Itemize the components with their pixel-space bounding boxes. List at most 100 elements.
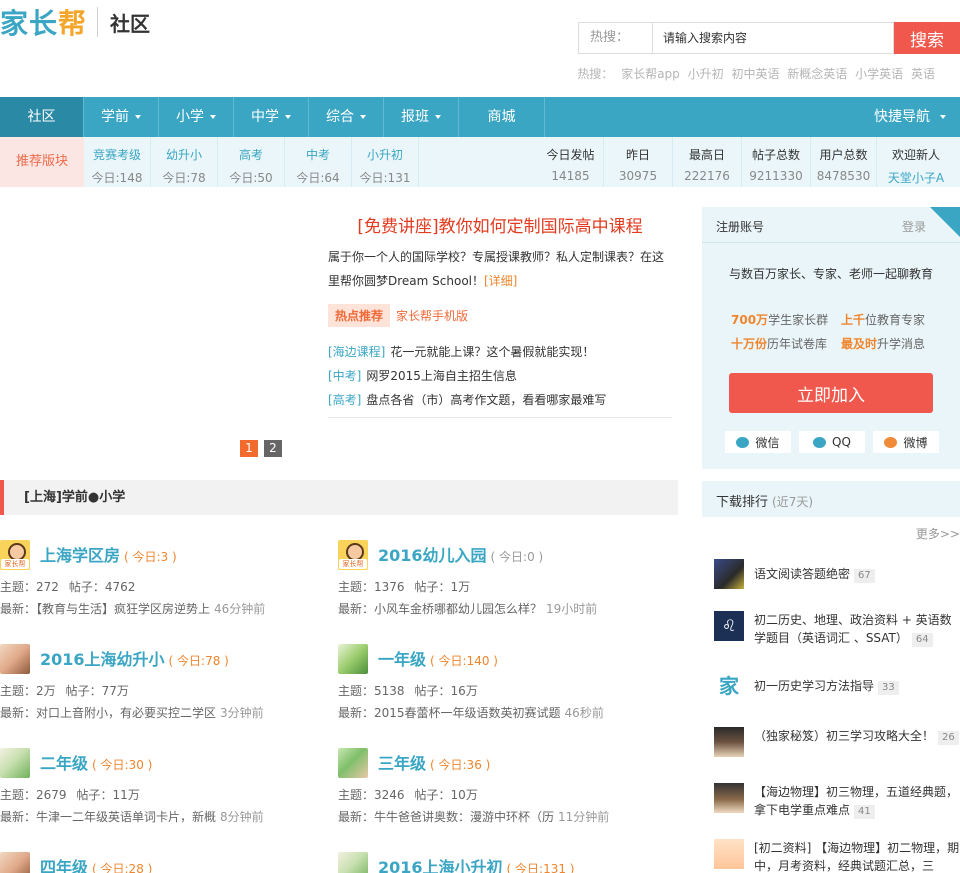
hot-words: 热搜： 家长帮app 小升初 初中英语 新概念英语 小学英语 英语 bbox=[573, 65, 935, 82]
logo-subtitle: 社区 bbox=[110, 11, 151, 36]
download-ranking: 下载排行 (近7天) 更多>> 语文阅读答题绝密 67 ♌ 初二历史、地理、政治资料… bbox=[702, 481, 960, 873]
chevron-down-icon bbox=[360, 115, 366, 119]
download-count: 41 bbox=[854, 805, 875, 819]
search-button[interactable]: 搜索 bbox=[894, 22, 960, 54]
hot-word-link[interactable]: 新概念英语 bbox=[787, 67, 847, 81]
recommend-board[interactable]: 高考 今日:50 bbox=[218, 137, 285, 187]
download-thumbnail bbox=[714, 559, 744, 589]
news-item[interactable]: [中考] 网罗2015上海自主招生信息 bbox=[328, 364, 672, 388]
feature-description: 属于你一个人的国际学校？专属授课教师？私人定制课表？在这里帮你圆梦Dream S… bbox=[328, 250, 665, 288]
board-name[interactable]: 一年级 bbox=[378, 650, 426, 669]
nav-item-preschool[interactable]: 学前 bbox=[84, 97, 159, 137]
download-item[interactable]: [初二资料] 【海边物理】初二物理，期中，月考资料，经典试题汇总，三 bbox=[714, 839, 960, 873]
feature-stat: 十万份历年试卷库 bbox=[731, 337, 828, 351]
site-header: 家长帮 社区 热搜： 搜索 热搜： 家长帮app 小升初 初中英语 新概念英语 … bbox=[0, 0, 960, 97]
forum-board[interactable]: 2016上海小升初( 今日:131 ) bbox=[338, 852, 668, 873]
download-more-link[interactable]: 更多>> bbox=[916, 525, 960, 542]
board-name[interactable]: 2016上海小升初 bbox=[378, 858, 503, 873]
board-latest[interactable]: 最新：2015春蕾杯一年级语数英初赛试题 46秒前 bbox=[338, 704, 668, 721]
hot-word-link[interactable]: 家长帮app bbox=[621, 67, 680, 81]
recommend-board[interactable]: 幼升小 今日:78 bbox=[151, 137, 218, 187]
forum-board[interactable]: 四年级 ( 今日:28 ) bbox=[0, 852, 330, 873]
pager-page-1[interactable]: 1 bbox=[240, 440, 258, 457]
stat-newest-user[interactable]: 欢迎新人 天堂小子A bbox=[877, 137, 955, 187]
download-thumbnail: ♌ bbox=[714, 611, 744, 641]
board-name[interactable]: 四年级 bbox=[40, 858, 88, 873]
board-name[interactable]: 二年级 bbox=[40, 754, 88, 773]
recommend-board[interactable]: 竞赛考级 今日:148 bbox=[84, 137, 151, 187]
news-item[interactable]: [海边课程] 花一元就能上课？这个暑假就能实现！ bbox=[328, 340, 672, 364]
board-name[interactable]: 2016上海幼升小 bbox=[40, 650, 165, 669]
search-label: 热搜： bbox=[578, 22, 652, 54]
join-button[interactable]: 立即加入 bbox=[729, 373, 933, 413]
download-item[interactable]: 家 初一历史学习方法指导 33 bbox=[714, 671, 960, 701]
hot-word-link[interactable]: 小学英语 bbox=[855, 67, 903, 81]
chevron-down-icon bbox=[210, 115, 216, 119]
download-item[interactable]: （独家秘笈）初三学习攻略大全！ 26 bbox=[714, 727, 960, 763]
board-today-count: ( 今日:28 ) bbox=[92, 862, 153, 873]
download-count: 67 bbox=[854, 569, 875, 583]
recommend-board[interactable]: 小升初 今日:131 bbox=[352, 137, 419, 187]
download-item[interactable]: 【海边物理】初三物理，五道经典题，拿下电学重点难点 41 bbox=[714, 783, 960, 819]
wechat-icon bbox=[736, 436, 750, 448]
download-item[interactable]: ♌ 初二历史、地理、政治资料 + 英语数学题目（英语词汇 、SSAT） 64 bbox=[714, 611, 960, 647]
mobile-app-link[interactable]: 家长帮手机版 bbox=[396, 307, 468, 324]
main-nav: 社区 学前 小学 中学 综合 报班 商城 快捷导航 bbox=[0, 97, 960, 137]
weibo-login-button[interactable]: 微博 bbox=[873, 431, 939, 453]
nav-item-community[interactable]: 社区 bbox=[0, 97, 84, 137]
board-name[interactable]: 2016幼儿入园 bbox=[378, 546, 487, 565]
download-count: 33 bbox=[878, 681, 899, 695]
site-logo[interactable]: 家长帮 社区 bbox=[0, 2, 150, 42]
pager-page-2[interactable]: 2 bbox=[264, 440, 282, 457]
corner-ribbon bbox=[930, 207, 960, 237]
download-thumbnail: 家 bbox=[714, 671, 744, 701]
board-latest[interactable]: 最新：对口上音附小，有必要买控二学区 3分钟前 bbox=[0, 704, 330, 721]
nav-item-mall[interactable]: 商城 bbox=[459, 97, 545, 137]
search-input[interactable] bbox=[652, 22, 894, 54]
board-today-count: ( 今日:30 ) bbox=[92, 758, 153, 772]
hot-word-link[interactable]: 英语 bbox=[911, 67, 935, 81]
qq-icon bbox=[813, 436, 827, 448]
board-latest[interactable]: 最新：牛牛爸爸讲奥数：漫游中环杯（历 11分钟前 bbox=[338, 808, 668, 825]
login-link[interactable]: 登录 bbox=[902, 218, 926, 235]
nav-item-primary[interactable]: 小学 bbox=[159, 97, 234, 137]
hot-word-link[interactable]: 初中英语 bbox=[731, 67, 779, 81]
slide-pager: 1 2 bbox=[240, 440, 288, 457]
news-list: [海边课程] 花一元就能上课？这个暑假就能实现！ [中考] 网罗2015上海自主招生… bbox=[328, 340, 672, 418]
board-today-count: ( 今日:140 ) bbox=[430, 654, 498, 668]
board-avatar bbox=[338, 644, 368, 674]
download-thumbnail bbox=[714, 727, 744, 757]
stat-total-posts: 帖子总数 9211330 bbox=[742, 137, 811, 187]
stat-total-users: 用户总数 8478530 bbox=[811, 137, 877, 187]
board-latest[interactable]: 最新：牛津一二年级英语单词卡片，新概 8分钟前 bbox=[0, 808, 330, 825]
feature-title[interactable]: [免费讲座]教你如何定制国际高中课程 bbox=[328, 212, 672, 237]
quick-nav[interactable]: 快捷导航 bbox=[874, 97, 946, 137]
chevron-down-icon bbox=[285, 115, 291, 119]
nav-item-general[interactable]: 综合 bbox=[309, 97, 384, 137]
wechat-login-button[interactable]: 微信 bbox=[725, 431, 791, 453]
search-bar: 热搜： 搜索 bbox=[578, 22, 960, 54]
nav-item-classes[interactable]: 报班 bbox=[384, 97, 459, 137]
feature-more-link[interactable]: [详细] bbox=[484, 274, 517, 288]
chevron-down-icon bbox=[435, 115, 441, 119]
feature-stat: 700万学生家长群 bbox=[731, 313, 829, 327]
download-thumbnail bbox=[714, 783, 744, 813]
recommend-bar: 推荐版块 竞赛考级 今日:148 幼升小 今日:78 高考 今日:50 中考 今日:64… bbox=[0, 137, 960, 187]
board-latest[interactable]: 最新：小风车金桥哪都幼儿园怎么样？ 19小时前 bbox=[338, 600, 668, 617]
news-item[interactable]: [高考] 盘点各省（市）高考作文题，看看哪家最难写 bbox=[328, 388, 672, 412]
board-today-count: ( 今日:3 ) bbox=[124, 550, 177, 564]
hot-word-link[interactable]: 小升初 bbox=[688, 67, 724, 81]
board-avatar bbox=[338, 540, 368, 570]
board-name[interactable]: 三年级 bbox=[378, 754, 426, 773]
qq-login-button[interactable]: QQ bbox=[799, 431, 865, 453]
board-name[interactable]: 上海学区房 bbox=[40, 546, 120, 565]
board-latest[interactable]: 最新：【教育与生活】疯狂学区房逆势上 46分钟前 bbox=[0, 600, 330, 617]
download-item[interactable]: 语文阅读答题绝密 67 bbox=[714, 559, 960, 589]
register-title: 注册账号 bbox=[716, 220, 765, 234]
board-avatar bbox=[0, 644, 30, 674]
section-title: [上海]学前●小学 bbox=[24, 490, 126, 505]
stat-yesterday: 昨日 30975 bbox=[604, 137, 673, 187]
recommend-board[interactable]: 中考 今日:64 bbox=[285, 137, 352, 187]
download-count: 64 bbox=[911, 633, 933, 647]
nav-item-middle[interactable]: 中学 bbox=[234, 97, 309, 137]
